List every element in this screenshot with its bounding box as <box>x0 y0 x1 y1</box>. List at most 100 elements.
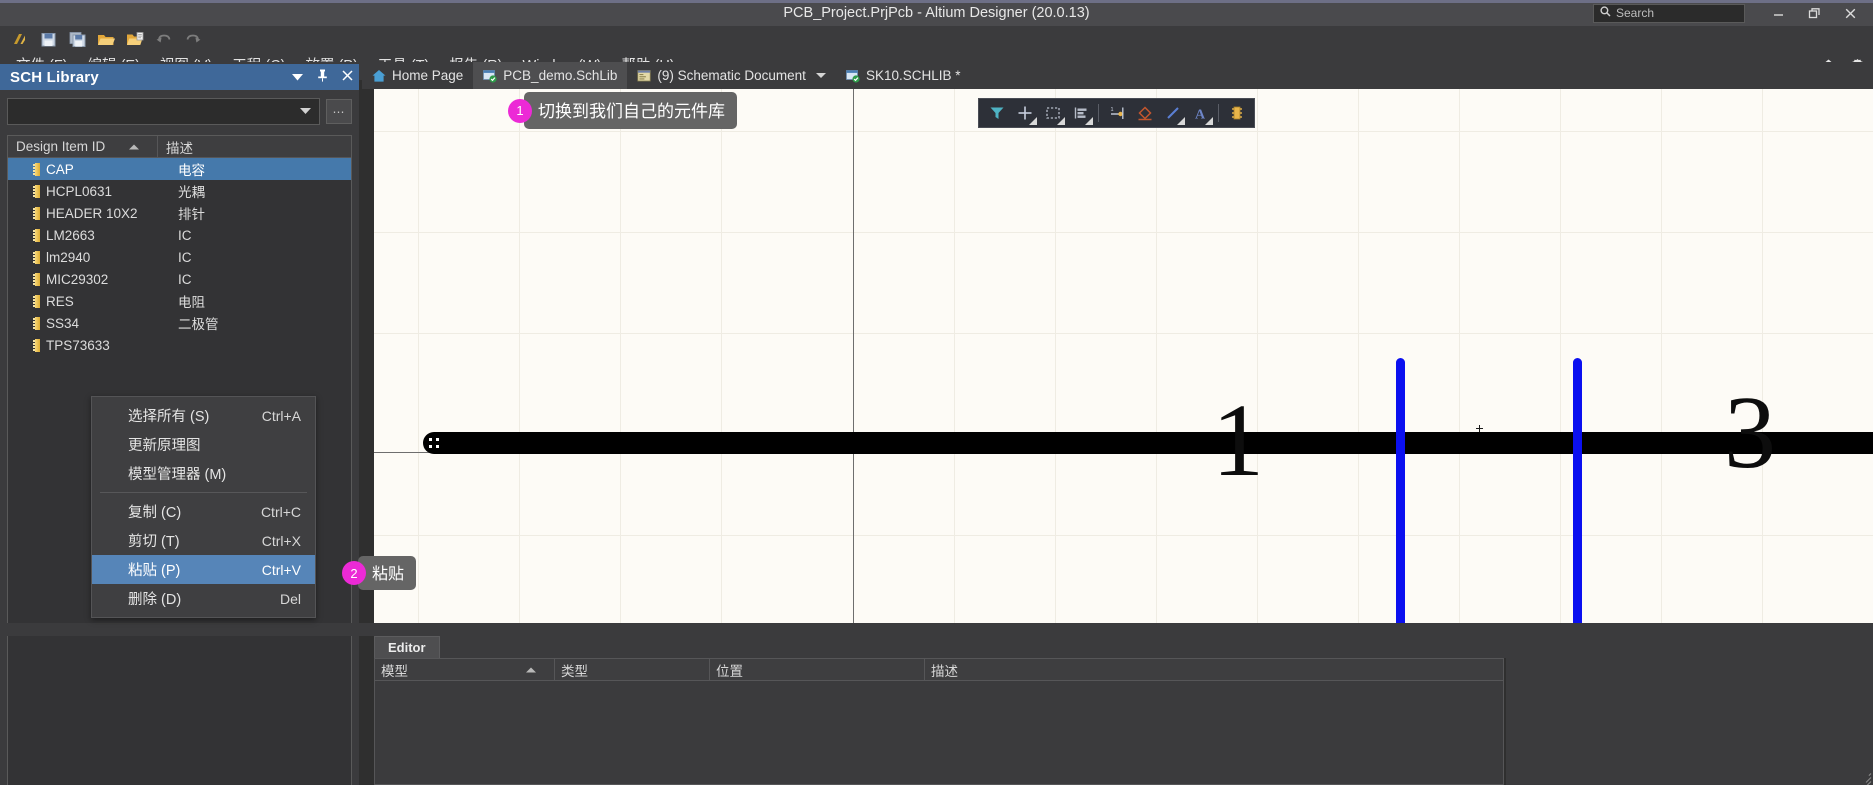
toolbar-separator <box>1218 104 1219 122</box>
schlib-icon <box>483 69 497 83</box>
design-item-id: SS34 <box>46 315 80 331</box>
library-selector-row: ⋯ <box>7 98 352 125</box>
close-icon[interactable] <box>342 70 353 84</box>
minimize-button[interactable] <box>1761 0 1795 26</box>
design-item-id: LM2663 <box>46 227 95 243</box>
document-tab-label: PCB_demo.SchLib <box>503 68 618 83</box>
place-part-icon[interactable] <box>1223 100 1250 126</box>
selection-bar[interactable] <box>423 432 1873 454</box>
table-row[interactable]: RES 电阻 <box>8 290 351 312</box>
close-button[interactable] <box>1833 0 1867 26</box>
model-grid-header: 模型 类型 位置 描述 <box>375 659 1503 681</box>
design-item-table-header: Design Item ID 描述 <box>8 136 351 158</box>
schlib-icon <box>846 69 860 83</box>
chevron-down-icon[interactable] <box>815 73 826 78</box>
undo-icon[interactable] <box>151 28 177 52</box>
table-row[interactable]: TPS73633 <box>8 334 351 356</box>
context-menu-item[interactable]: 模型管理器 (M) <box>92 459 315 488</box>
restore-button[interactable] <box>1797 0 1831 26</box>
table-row[interactable]: lm2940 IC <box>8 246 351 268</box>
annotation-callout-2: 2 粘贴 <box>342 556 417 590</box>
filter-icon[interactable] <box>983 100 1010 126</box>
grid-line <box>374 535 1873 536</box>
resize-grip[interactable] <box>1859 771 1872 785</box>
sort-ascending-icon <box>129 144 139 149</box>
document-tab-sk10-schlib[interactable]: SK10.SCHLIB * <box>836 62 971 89</box>
context-menu-item[interactable]: 复制 (C) Ctrl+C <box>92 497 315 526</box>
align-icon[interactable] <box>1067 100 1094 126</box>
document-tab-label: (9) Schematic Document <box>657 68 806 83</box>
place-polygon-icon[interactable] <box>1131 100 1158 126</box>
column-header-description[interactable]: 描述 <box>925 659 1503 680</box>
panel-header-buttons <box>292 64 353 90</box>
column-header-model[interactable]: 模型 <box>375 659 555 680</box>
context-menu-item[interactable]: 更新原理图 <box>92 430 315 459</box>
document-tab-label: SK10.SCHLIB * <box>865 68 961 83</box>
open-project-icon[interactable] <box>122 28 148 52</box>
column-header-label: 类型 <box>561 663 588 679</box>
column-header-description[interactable]: 描述 <box>158 136 351 157</box>
component-icon-wrap <box>28 250 46 264</box>
canvas-bottom-strip <box>0 623 1873 636</box>
document-tab-bar: Home Page PCB_demo.SchLib (9) Schematic Do… <box>362 62 1873 89</box>
document-tab-home-page[interactable]: Home Page <box>362 62 473 89</box>
place-pin-icon[interactable]: 1 <box>1103 100 1130 126</box>
design-item-id: lm2940 <box>46 249 91 265</box>
grid-line <box>1156 89 1157 623</box>
search-placeholder-text: Search <box>1616 6 1655 20</box>
crosshair-icon[interactable] <box>1011 100 1038 126</box>
save-icon[interactable] <box>35 28 61 52</box>
annotation-badge: 2 <box>342 561 366 585</box>
home-icon <box>372 69 386 83</box>
grid-line <box>374 131 1873 132</box>
grid-line <box>374 333 1873 334</box>
save-all-icon[interactable] <box>64 28 90 52</box>
column-header-type[interactable]: 类型 <box>555 659 710 680</box>
annotation-text: 粘贴 <box>358 556 417 590</box>
column-header-label: 模型 <box>381 663 408 679</box>
global-search-input[interactable]: Search <box>1593 3 1745 23</box>
rectangle-select-icon[interactable] <box>1039 100 1066 126</box>
document-tab-9-schematic-document[interactable]: (9) Schematic Document <box>627 62 836 89</box>
capacitor-plate-left[interactable] <box>1396 358 1405 623</box>
tab-editor[interactable]: Editor <box>374 636 440 658</box>
svg-text:A: A <box>1195 108 1206 122</box>
table-row[interactable]: HEADER 10X2 排针 <box>8 202 351 224</box>
column-header-location[interactable]: 位置 <box>710 659 925 680</box>
component-icon-wrap <box>28 294 46 308</box>
design-item-description: IC <box>178 249 192 265</box>
table-row[interactable]: CAP 电容 <box>8 158 351 180</box>
redo-icon[interactable] <box>180 28 206 52</box>
context-menu-item[interactable]: 粘贴 (P) Ctrl+V <box>92 555 315 584</box>
component-icon-wrap <box>28 316 46 330</box>
table-row[interactable]: SS34 二极管 <box>8 312 351 334</box>
context-menu-item-label: 模型管理器 (M) <box>128 467 227 483</box>
context-menu-item[interactable]: 删除 (D) Del <box>92 584 315 613</box>
design-item-description: 二极管 <box>178 317 219 332</box>
chevron-down-icon[interactable] <box>292 70 303 84</box>
library-browse-button[interactable]: ⋯ <box>326 99 352 124</box>
context-menu-item-shortcut: Ctrl+X <box>261 532 301 549</box>
capacitor-plate-right[interactable] <box>1573 358 1582 623</box>
search-icon <box>1600 6 1611 20</box>
table-row[interactable]: MIC29302 IC <box>8 268 351 290</box>
open-folder-icon[interactable] <box>93 28 119 52</box>
library-filter-combobox[interactable] <box>7 98 320 125</box>
place-line-icon[interactable] <box>1159 100 1186 126</box>
grid-line <box>1762 89 1763 623</box>
context-menu-item[interactable]: 剪切 (T) Ctrl+X <box>92 526 315 555</box>
column-header-design-item-id[interactable]: Design Item ID <box>8 136 158 157</box>
altium-logo-icon[interactable] <box>6 28 32 52</box>
pin-icon[interactable] <box>317 69 328 85</box>
table-row[interactable]: HCPL0631 光耦 <box>8 180 351 202</box>
context-menu-item[interactable]: 选择所有 (S) Ctrl+A <box>92 401 315 430</box>
schematic-library-canvas[interactable]: 1 3 1 A <box>374 89 1873 623</box>
place-text-icon[interactable]: A <box>1187 100 1214 126</box>
context-menu-item-label: 剪切 (T) <box>128 534 180 550</box>
menu-separator <box>100 492 307 493</box>
sch-library-panel-header: SCH Library <box>0 64 359 90</box>
table-row[interactable]: LM2663 IC <box>8 224 351 246</box>
design-item-id: HCPL0631 <box>46 183 113 199</box>
document-tab-pcb-demo-schlib[interactable]: PCB_demo.SchLib <box>473 62 628 89</box>
selection-handle-left[interactable] <box>427 436 441 450</box>
